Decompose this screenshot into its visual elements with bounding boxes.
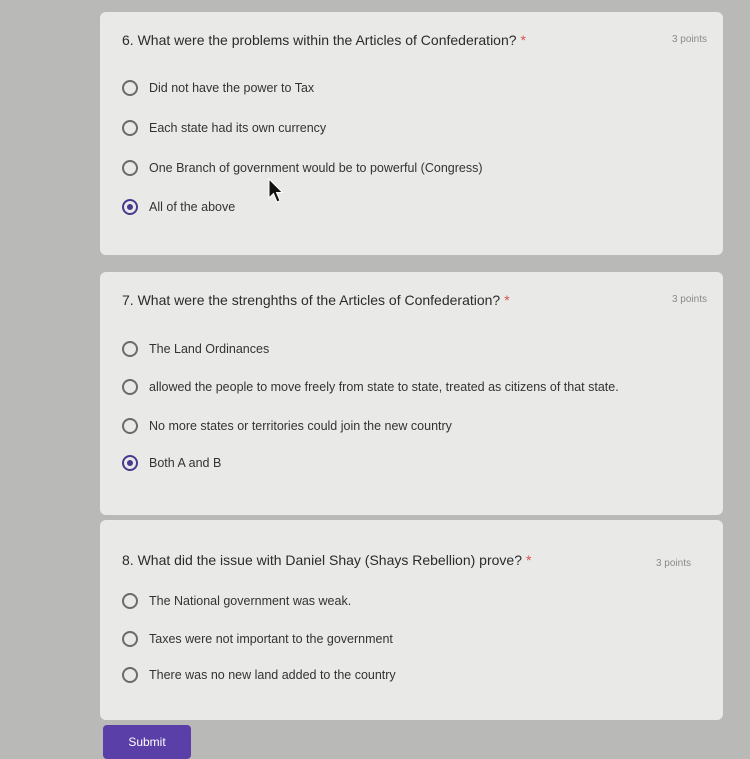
question-title: 7. What were the strenghths of the Artic…: [122, 292, 510, 308]
option-radio[interactable]: Both A and B: [122, 452, 221, 474]
option-radio[interactable]: There was no new land added to the count…: [122, 664, 396, 686]
option-radio[interactable]: The National government was weak.: [122, 590, 351, 612]
option-radio[interactable]: All of the above: [122, 196, 235, 218]
option-label: One Branch of government would be to pow…: [149, 161, 483, 175]
option-radio[interactable]: allowed the people to move freely from s…: [122, 376, 619, 398]
option-radio[interactable]: Each state had its own currency: [122, 117, 326, 139]
radio-icon[interactable]: [122, 418, 138, 434]
radio-icon[interactable]: [122, 160, 138, 176]
radio-icon[interactable]: [122, 379, 138, 395]
option-label: Both A and B: [149, 456, 222, 470]
option-radio[interactable]: Did not have the power to Tax: [122, 77, 314, 99]
radio-icon[interactable]: [122, 667, 138, 683]
question-title: 6. What were the problems within the Art…: [122, 32, 526, 48]
option-label: Each state had its own currency: [149, 121, 327, 135]
option-radio[interactable]: One Branch of government would be to pow…: [122, 157, 483, 179]
required-asterisk: *: [504, 292, 510, 308]
option-label: Taxes were not important to the governme…: [149, 632, 393, 646]
question-card-7: 7. What were the strenghths of the Artic…: [100, 272, 723, 515]
radio-checked-icon[interactable]: [122, 455, 138, 471]
option-label: The National government was weak.: [149, 594, 352, 608]
question-card-8: 8. What did the issue with Daniel Shay (…: [100, 520, 723, 720]
radio-icon[interactable]: [122, 120, 138, 136]
radio-icon[interactable]: [122, 80, 138, 96]
radio-icon[interactable]: [122, 593, 138, 609]
option-label: The Land Ordinances: [149, 342, 270, 356]
option-radio[interactable]: No more states or territories could join…: [122, 415, 452, 437]
question-title: 8. What did the issue with Daniel Shay (…: [122, 552, 532, 568]
question-card-6: 6. What were the problems within the Art…: [100, 12, 723, 255]
option-label: Did not have the power to Tax: [149, 81, 315, 95]
points-label: 3 points: [655, 558, 691, 569]
required-asterisk: *: [525, 552, 532, 568]
radio-checked-icon[interactable]: [122, 199, 138, 215]
points-label: 3 points: [671, 34, 707, 45]
points-label: 3 points: [671, 294, 707, 305]
option-radio[interactable]: Taxes were not important to the governme…: [122, 628, 393, 650]
option-label: There was no new land added to the count…: [149, 668, 396, 682]
option-radio[interactable]: The Land Ordinances: [122, 338, 269, 360]
option-label: All of the above: [149, 200, 236, 214]
radio-icon[interactable]: [122, 631, 138, 647]
required-asterisk: *: [520, 32, 526, 48]
option-label: No more states or territories could join…: [149, 419, 452, 433]
mouse-pointer-icon: [268, 178, 284, 203]
submit-button[interactable]: Submit: [103, 725, 191, 759]
radio-icon[interactable]: [122, 341, 138, 357]
option-label: allowed the people to move freely from s…: [149, 380, 619, 394]
